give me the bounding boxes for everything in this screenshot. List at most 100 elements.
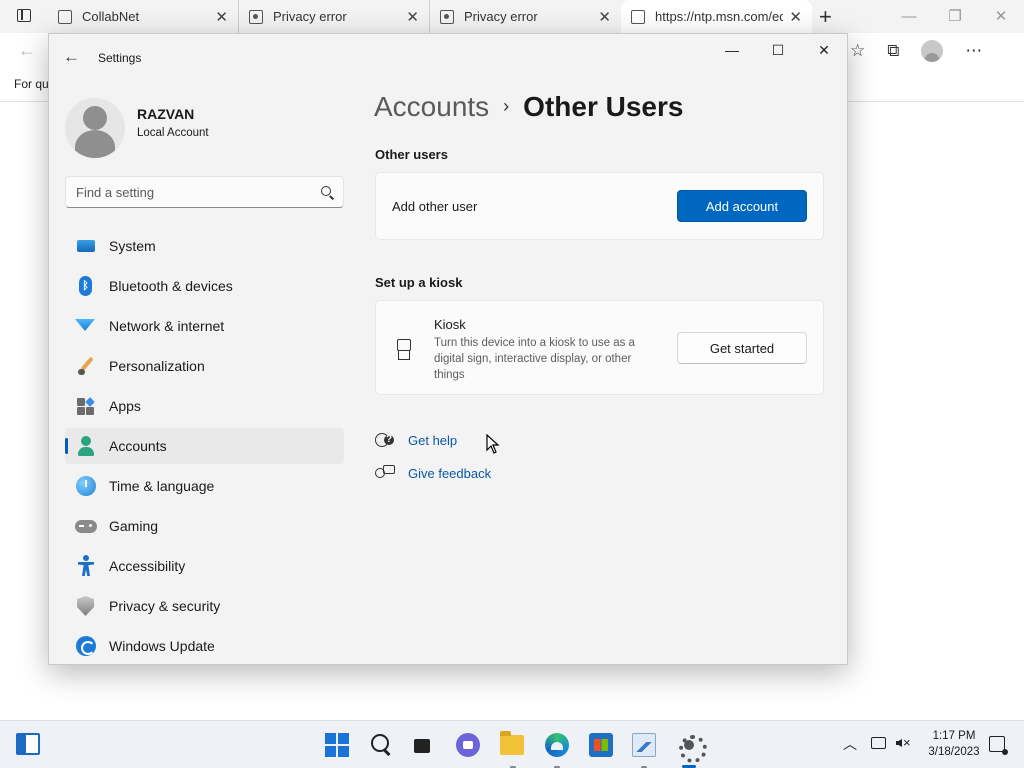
browser-tab[interactable]: Privacy error ✕ — [239, 0, 430, 33]
search-icon[interactable] — [321, 186, 331, 196]
collections-icon[interactable]: ⧉ — [887, 41, 899, 61]
sidebar-item-privacy-security[interactable]: Privacy & security — [65, 588, 344, 624]
sidebar-item-label: Network & internet — [109, 318, 225, 334]
browser-tab-active[interactable]: https://ntp.msn.com/edge ✕ — [621, 0, 812, 33]
browser-tab[interactable]: Privacy error ✕ — [430, 0, 621, 33]
more-icon[interactable]: ⋯ — [965, 41, 982, 61]
restore-icon[interactable]: ❐ — [932, 0, 978, 33]
chevron-up-icon[interactable]: ︿ — [843, 734, 857, 754]
shield-icon — [77, 596, 94, 616]
close-tab-icon[interactable]: ✕ — [215, 8, 228, 26]
network-tray-icon[interactable] — [871, 737, 886, 749]
bluetooth-icon: ᛒ — [79, 276, 92, 296]
account-type: Local Account — [137, 127, 209, 139]
privacy-error-icon — [440, 9, 454, 24]
file-explorer-icon[interactable] — [500, 731, 524, 755]
favorites-icon[interactable]: ☆ — [850, 41, 865, 61]
add-other-user-label: Add other user — [392, 199, 478, 214]
sidebar-item-apps[interactable]: Apps — [65, 388, 344, 424]
browser-tab-label: Privacy error — [273, 9, 347, 24]
sidebar-item-label: Bluetooth & devices — [109, 278, 233, 294]
settings-gear-icon[interactable] — [677, 733, 707, 763]
accessibility-icon — [78, 555, 94, 577]
notifications-icon[interactable] — [989, 736, 1008, 755]
section-title-kiosk: Set up a kiosk — [375, 275, 463, 290]
page-icon — [58, 9, 72, 24]
browser-tab-bar: CollabNet ✕ Privacy error ✕ Privacy erro… — [0, 0, 1024, 33]
maximize-icon[interactable]: ☐ — [755, 34, 801, 66]
page-title: Other Users — [523, 91, 684, 122]
give-feedback-link[interactable]: Give feedback — [408, 466, 491, 481]
avatar — [65, 98, 125, 158]
gamepad-icon — [75, 520, 97, 533]
get-help-link[interactable]: Get help — [408, 433, 457, 448]
sidebar-item-accessibility[interactable]: Accessibility — [65, 548, 344, 584]
add-account-button[interactable]: Add account — [677, 190, 807, 222]
window-title: Settings — [98, 51, 142, 65]
sidebar-item-windows-update[interactable]: Windows Update — [65, 628, 344, 664]
close-tab-icon[interactable]: ✕ — [406, 8, 419, 26]
clock[interactable]: 1:17 PM 3/18/2023 — [924, 728, 984, 760]
close-icon[interactable]: ✕ — [801, 34, 847, 66]
window-controls: — ☐ ✕ — [709, 34, 847, 66]
update-icon — [76, 636, 96, 656]
back-arrow-icon[interactable]: ← — [63, 47, 80, 67]
sidebar-item-accounts[interactable]: Accounts — [65, 428, 344, 464]
close-icon[interactable]: ✕ — [978, 0, 1024, 33]
sidebar-item-label: Accounts — [109, 438, 167, 454]
sidebar-item-label: Privacy & security — [109, 598, 221, 614]
chat-icon[interactable] — [456, 733, 480, 757]
privacy-error-icon — [249, 9, 263, 24]
edge-icon[interactable] — [545, 733, 569, 757]
kiosk-icon — [396, 339, 412, 361]
browser-tab[interactable]: CollabNet ✕ — [48, 0, 239, 33]
close-tab-icon[interactable]: ✕ — [789, 8, 802, 26]
browser-toolbar-actions: ☆ ⧉ ⋯ — [850, 40, 982, 62]
page-icon — [631, 9, 645, 24]
user-name: RAZVAN — [137, 106, 195, 122]
breadcrumb: Accounts › Other Users — [374, 91, 683, 123]
sidebar-item-bluetooth[interactable]: ᛒ Bluetooth & devices — [65, 268, 344, 304]
clock-date: 3/18/2023 — [928, 746, 980, 758]
title-bar: ← Settings — ☐ ✕ — [49, 34, 847, 82]
new-tab-icon[interactable]: + — [819, 4, 832, 30]
kiosk-card: Kiosk Turn this device into a kiosk to u… — [375, 300, 824, 395]
sidebar-item-network[interactable]: Network & internet — [65, 308, 344, 344]
minimize-icon[interactable]: — — [886, 0, 932, 33]
clock-time: 1:17 PM — [932, 730, 976, 742]
get-started-button[interactable]: Get started — [677, 332, 807, 364]
kiosk-description: Turn this device into a kiosk to use as … — [434, 337, 635, 381]
sidebar-item-label: Gaming — [109, 518, 159, 534]
browser-tab-label: CollabNet — [82, 9, 140, 24]
widgets-icon[interactable] — [16, 733, 40, 755]
close-tab-icon[interactable]: ✕ — [598, 8, 611, 26]
section-title-other-users: Other users — [375, 147, 448, 162]
task-view-icon[interactable] — [412, 733, 439, 757]
sidebar-item-label: System — [109, 238, 156, 254]
search-input[interactable] — [76, 183, 306, 201]
sidebar-item-system[interactable]: System — [65, 228, 344, 264]
sidebar-item-personalization[interactable]: Personalization — [65, 348, 344, 384]
breadcrumb-parent[interactable]: Accounts — [374, 91, 489, 122]
add-other-user-card: Add other user Add account — [375, 172, 824, 240]
search-box — [65, 176, 344, 208]
sidebar-item-label: Personalization — [109, 358, 205, 374]
browser-tab-label: Privacy error — [464, 9, 538, 24]
sidebar-item-time-language[interactable]: Time & language — [65, 468, 344, 504]
minimize-icon[interactable]: — — [709, 34, 755, 66]
search-icon[interactable] — [370, 733, 394, 757]
browser-window-controls: — ❐ ✕ — [886, 0, 1024, 33]
speaker-muted-icon[interactable] — [896, 735, 911, 750]
paint-icon[interactable] — [632, 733, 656, 757]
tab-actions-button[interactable] — [10, 6, 38, 26]
favorites-bar-text: For qu — [14, 77, 49, 91]
browser-back-icon[interactable]: ← — [18, 40, 36, 61]
apps-icon — [77, 397, 95, 415]
tab-actions-icon — [17, 9, 31, 22]
sidebar-item-label: Apps — [109, 398, 141, 414]
sidebar-item-label: Accessibility — [109, 558, 186, 574]
start-icon[interactable] — [325, 733, 349, 757]
store-icon[interactable] — [589, 733, 613, 757]
sidebar-item-gaming[interactable]: Gaming — [65, 508, 344, 544]
profile-icon[interactable] — [921, 40, 944, 62]
